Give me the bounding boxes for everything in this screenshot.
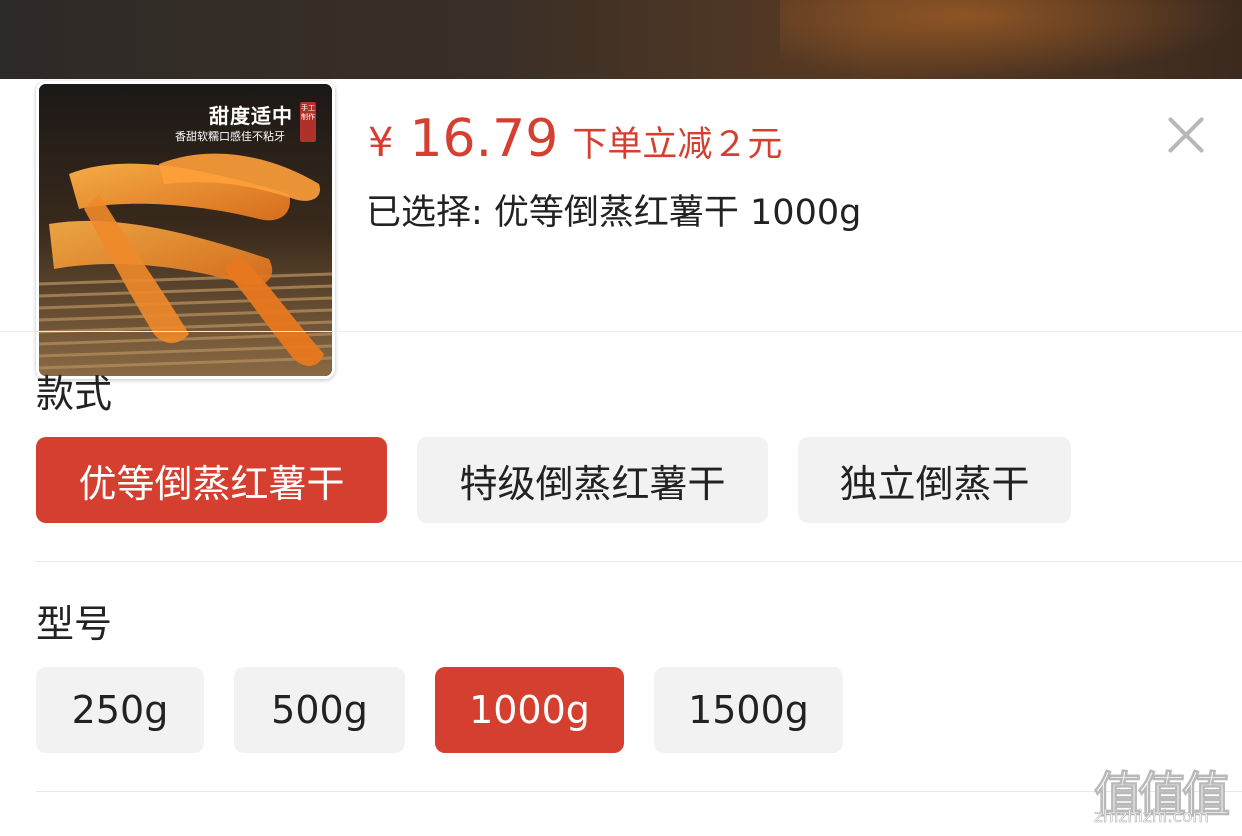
close-icon[interactable] xyxy=(1164,113,1208,157)
sku-selector-sheet: 甜度适中 香甜软糯口感佳不粘牙 手工制作 ¥ 16.79 下单立减２元 已选择:… xyxy=(0,79,1242,836)
section-divider-bottom xyxy=(36,791,1242,792)
model-option-1000g[interactable]: 1000g xyxy=(435,667,624,753)
header-divider xyxy=(0,331,1242,332)
style-section-title: 款式 xyxy=(36,372,113,416)
product-thumbnail: 甜度适中 香甜软糯口感佳不粘牙 手工制作 xyxy=(36,81,335,379)
model-option-500g[interactable]: 500g xyxy=(234,667,405,753)
site-watermark: 值值值 zhizhizhi.com xyxy=(1093,755,1242,835)
price-row: ¥ 16.79 下单立减２元 xyxy=(368,109,782,169)
style-option-duli[interactable]: 独立倒蒸干 xyxy=(798,437,1071,523)
selected-sku-label: 已选择: 优等倒蒸红薯干 1000g xyxy=(366,193,862,233)
currency-symbol: ¥ xyxy=(368,120,394,166)
thumbnail-title: 甜度适中 xyxy=(209,104,293,128)
model-option-250g[interactable]: 250g xyxy=(36,667,204,753)
product-backdrop xyxy=(0,0,1242,79)
section-divider xyxy=(36,561,1242,562)
thumbnail-subtitle: 香甜软糯口感佳不粘牙 xyxy=(175,130,285,143)
promo-text: 下单立减２元 xyxy=(572,125,783,165)
model-option-1500g[interactable]: 1500g xyxy=(654,667,843,753)
watermark-url: zhizhizhi.com xyxy=(1094,807,1210,828)
style-option-teji[interactable]: 特级倒蒸红薯干 xyxy=(417,437,768,523)
model-section-title: 型号 xyxy=(36,602,113,646)
price-amount: 16.79 xyxy=(409,109,559,169)
handmade-seal: 手工制作 xyxy=(300,102,316,142)
style-option-youdeng[interactable]: 优等倒蒸红薯干 xyxy=(36,437,387,523)
